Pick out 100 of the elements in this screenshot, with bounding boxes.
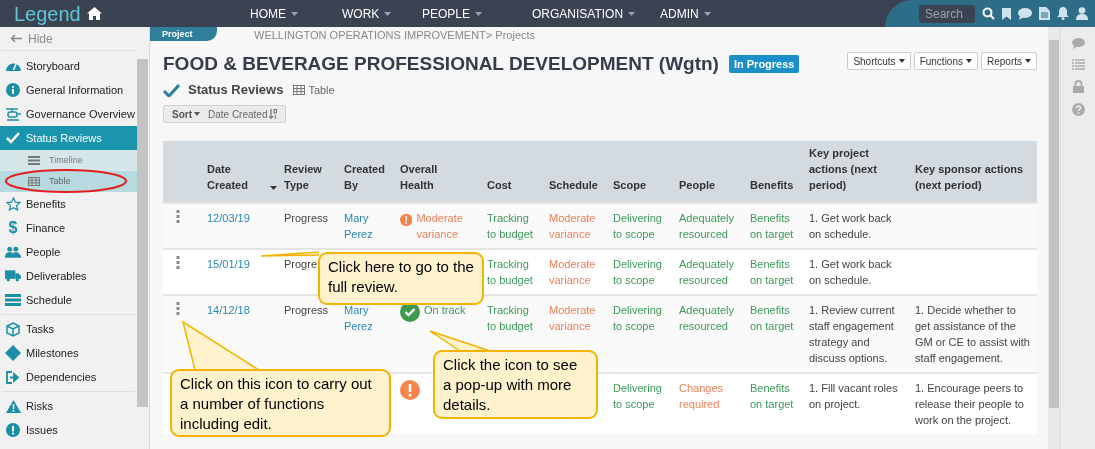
- dropdown-button[interactable]: Functions: [913, 52, 978, 70]
- table-cell: Progress: [284, 304, 329, 316]
- benefits-status: Benefits on target: [750, 304, 794, 332]
- sidebar-item[interactable]: Risks: [0, 394, 137, 418]
- sort-caret-icon[interactable]: [270, 186, 277, 190]
- bookmark-icon[interactable]: [1002, 7, 1011, 20]
- column-header: Schedule: [542, 141, 606, 203]
- nav-menu[interactable]: HOME: [250, 4, 342, 23]
- content-scrollbar[interactable]: [1048, 27, 1060, 449]
- user-icon[interactable]: [1076, 7, 1088, 20]
- check-icon: [6, 132, 20, 144]
- people-status: Changes required: [679, 382, 724, 410]
- nav-menu[interactable]: ADMIN: [660, 4, 740, 23]
- check-icon: [163, 83, 180, 97]
- sidebar-item[interactable]: General Information: [0, 78, 137, 102]
- sort-field-button[interactable]: Date Created: [208, 106, 278, 122]
- home-icon[interactable]: [86, 7, 102, 20]
- sidebar-item[interactable]: $ Finance: [0, 216, 137, 240]
- sidebar-item[interactable]: Schedule: [0, 288, 137, 312]
- review-date-link[interactable]: 14/12/18: [207, 304, 250, 316]
- sidebar-item[interactable]: Tasks: [0, 317, 137, 341]
- view-label[interactable]: Table: [308, 81, 335, 99]
- scope-status: Delivering to scope: [613, 258, 662, 286]
- dropdown-button[interactable]: Shortcuts: [847, 52, 911, 70]
- sort-order-icon: [269, 109, 278, 119]
- kebab-menu-icon[interactable]: [176, 210, 180, 223]
- sidebar-item[interactable]: Status Reviews: [0, 126, 137, 150]
- review-date-link[interactable]: 15/01/19: [207, 258, 250, 270]
- cost-status: Tracking to budget: [487, 258, 533, 286]
- benefits-status: Benefits on target: [750, 212, 794, 240]
- callout-pointer: [260, 251, 320, 257]
- caret-icon: [1025, 59, 1031, 63]
- dropdown-button[interactable]: Reports: [981, 52, 1037, 70]
- nav-menu[interactable]: ORGANISATION: [532, 4, 660, 23]
- document-icon[interactable]: [1039, 7, 1050, 20]
- sidebar-item[interactable]: Benefits: [0, 192, 137, 216]
- scope-status: Delivering to scope: [613, 304, 662, 332]
- nav-menu[interactable]: WORK: [342, 4, 422, 23]
- caret-icon: [291, 11, 298, 16]
- sidebar-item[interactable]: Deliverables: [0, 264, 137, 288]
- bell-icon[interactable]: [1057, 7, 1069, 20]
- chat-icon[interactable]: [1071, 38, 1085, 49]
- search-field[interactable]: Search: [919, 4, 975, 23]
- column-header: People: [672, 141, 743, 203]
- callout: Click here to go to the full review.: [318, 252, 484, 305]
- benefits-status: Benefits on target: [750, 382, 794, 410]
- schedule-bars-icon: [5, 294, 21, 306]
- column-header: Scope: [606, 141, 672, 203]
- scope-status: Delivering to scope: [613, 212, 662, 240]
- sidebar-item[interactable]: Storyboard: [0, 54, 137, 78]
- sidebar-item[interactable]: People: [0, 240, 137, 264]
- star-icon: [5, 197, 21, 211]
- warning-circle-icon[interactable]: [400, 380, 420, 400]
- app-logo[interactable]: Legend: [14, 3, 81, 24]
- cube-icon: [6, 321, 20, 337]
- sidebar-item[interactable]: Issues: [0, 418, 137, 442]
- column-header: Benefits: [743, 141, 802, 203]
- back-arrow-icon[interactable]: [10, 34, 22, 43]
- nav-menu[interactable]: PEOPLE: [422, 4, 532, 23]
- kebab-menu-icon[interactable]: [176, 256, 180, 269]
- sidebar-scrollbar[interactable]: [137, 59, 148, 407]
- sidebar-item[interactable]: Dependencies: [0, 365, 137, 389]
- help-icon[interactable]: [1071, 103, 1085, 116]
- table-cell: Progre: [284, 258, 318, 270]
- column-header[interactable]: Date Created: [200, 141, 277, 203]
- person-link[interactable]: Mary Perez: [344, 302, 386, 334]
- caret-icon: [475, 11, 483, 16]
- warning-icon: [5, 399, 21, 413]
- lock-icon[interactable]: [1072, 80, 1084, 93]
- health-status: On track: [424, 303, 466, 318]
- sidebar-item[interactable]: Milestones: [0, 341, 137, 365]
- kebab-menu-icon[interactable]: [176, 302, 180, 315]
- people-status: Adequately resourced: [679, 304, 735, 332]
- sort-dropdown[interactable]: Sort: [172, 106, 200, 122]
- schedule-status: Moderate variance: [549, 304, 596, 332]
- sidebar-item[interactable]: Governance Overview: [0, 102, 137, 126]
- caret-icon: [898, 59, 905, 63]
- people-icon: [5, 246, 21, 258]
- search-icon[interactable]: [982, 7, 995, 20]
- scrollbar-thumb[interactable]: [1049, 40, 1059, 408]
- table-icon: [293, 85, 306, 95]
- table-cell: Progress: [284, 212, 329, 224]
- person-link[interactable]: Mary Perez: [344, 210, 386, 242]
- column-header: Overall Health: [393, 141, 480, 203]
- sidebar-subitem[interactable]: Timeline: [0, 150, 137, 171]
- sign-in-icon: [5, 370, 21, 384]
- table-cell: 1. Get work back on schedule.: [809, 212, 892, 240]
- table-icon: [28, 177, 40, 186]
- column-header: Cost: [480, 141, 542, 203]
- health-status: Moderate variance: [416, 211, 464, 242]
- table-cell: 1. Decide whether to get assistance of the GM or CE to assist with staff engagement.: [915, 304, 1030, 364]
- timeline-icon: [28, 156, 40, 165]
- schedule-status: Moderate variance: [549, 212, 596, 240]
- page-title: FOOD & BEVERAGE PROFESSIONAL DEVELOPMENT (Wgtn): [163, 52, 719, 76]
- review-date-link[interactable]: 12/03/19: [207, 212, 250, 224]
- column-header: Key sponsor actions (next period): [908, 141, 1037, 203]
- chat-icon[interactable]: [1018, 7, 1032, 20]
- caret-icon: [966, 59, 972, 63]
- dollar-icon: $: [5, 216, 21, 240]
- truck-icon: [5, 270, 21, 282]
